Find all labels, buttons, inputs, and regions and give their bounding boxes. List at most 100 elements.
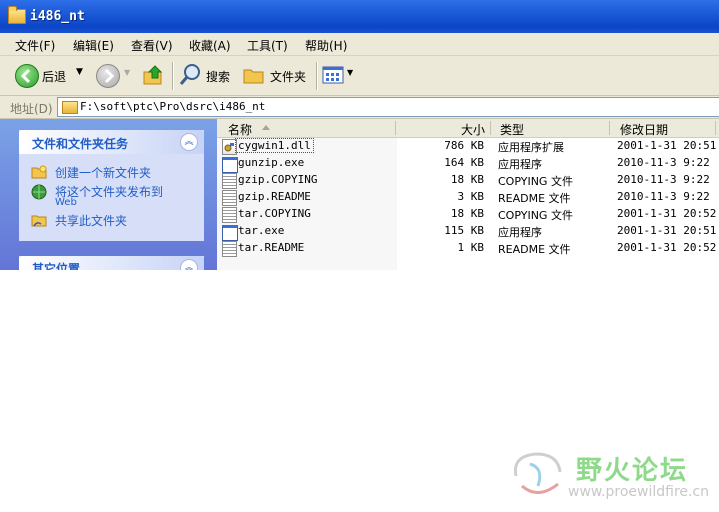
search-button[interactable]: 搜索 [178, 63, 236, 89]
watermark-logo-icon [513, 452, 562, 494]
file-size: 115 KB [444, 224, 484, 237]
file-name: tar.COPYING [238, 207, 311, 220]
toolbar: 后退 ▼ ▼ 搜索 文件夹 ▼ [0, 56, 719, 96]
task-label: 创建一个新文件夹 [55, 166, 152, 180]
watermark-url: www.proewildfire.cn [568, 484, 710, 500]
sort-ascending-icon [262, 125, 270, 130]
file-name: cygwin1.dll [235, 138, 314, 153]
share-folder-icon [31, 215, 47, 227]
column-divider[interactable] [609, 121, 610, 135]
views-dropdown-icon: ▼ [347, 68, 354, 77]
file-type: COPYING 文件 [498, 175, 573, 188]
file-icon [222, 241, 237, 257]
folders-icon [243, 69, 264, 84]
file-name: gzip.README [238, 190, 311, 203]
toolbar-separator [172, 62, 174, 90]
back-dropdown-icon[interactable]: ▼ [76, 67, 83, 77]
panel-title: 其它位置 [32, 262, 81, 270]
file-date: 2010-11-3 9:22 [617, 156, 710, 169]
file-row[interactable]: cygwin1.dll 786 KB 应用程序扩展 2001-1-31 20:5… [217, 138, 719, 155]
file-type: 应用程序 [498, 158, 542, 171]
exe-icon [222, 157, 238, 173]
folder-icon [8, 6, 26, 24]
exe-icon [222, 225, 238, 241]
other-places-panel: 其它位置 ︽ [19, 256, 204, 270]
file-size: 1 KB [457, 241, 485, 254]
file-date: 2010-11-3 9:22 [617, 173, 710, 186]
address-bar: 地址(D) F:\soft\ptc\Pro\dsrc\i486_nt [0, 96, 719, 119]
column-type[interactable]: 类型 [500, 121, 524, 138]
views-icon [322, 66, 344, 84]
file-row[interactable]: gunzip.exe 164 KB 应用程序 2010-11-3 9:22 [217, 155, 719, 173]
new-folder-icon [31, 165, 47, 179]
file-list: 名称 大小 类型 修改日期 cygwin1.dll 786 KB 应用程序扩展 … [217, 119, 719, 270]
forward-dropdown-icon[interactable]: ▼ [124, 68, 130, 77]
file-date: 2001-1-31 20:51 [617, 224, 717, 237]
file-type: README 文件 [498, 192, 571, 205]
task-label-line2: Web [55, 197, 77, 208]
file-icon [222, 207, 237, 223]
address-path: F:\soft\ptc\Pro\dsrc\i486_nt [80, 100, 266, 113]
back-label: 后退 [42, 70, 67, 84]
back-button[interactable]: 后退 ▼ [12, 63, 87, 89]
column-divider[interactable] [490, 121, 491, 135]
collapse-icon[interactable]: ︽ [180, 133, 198, 151]
file-type: 应用程序 [498, 226, 542, 239]
file-icon [222, 190, 237, 206]
file-date: 2001-1-31 20:51 [617, 139, 717, 152]
folders-button[interactable]: 文件夹 [242, 63, 310, 89]
file-date: 2010-11-3 9:22 [617, 190, 710, 203]
search-label: 搜索 [206, 70, 231, 84]
panel-header[interactable]: 其它位置 ︽ [19, 256, 204, 270]
menu-help[interactable]: 帮助(H) [305, 37, 347, 54]
file-size: 3 KB [457, 190, 485, 203]
file-row[interactable]: tar.COPYING 18 KB COPYING 文件 2001-1-31 2… [217, 206, 719, 223]
file-name: tar.README [238, 241, 305, 254]
views-button[interactable]: ▼ [322, 65, 356, 87]
column-size[interactable]: 大小 [461, 121, 485, 138]
column-divider[interactable] [395, 121, 396, 135]
address-input[interactable]: F:\soft\ptc\Pro\dsrc\i486_nt [57, 97, 719, 117]
menu-bar: 文件(F) 编辑(E) 查看(V) 收藏(A) 工具(T) 帮助(H) [0, 33, 719, 56]
menu-file[interactable]: 文件(F) [15, 37, 55, 54]
collapse-icon[interactable]: ︽ [180, 259, 198, 270]
panel-title: 文件和文件夹任务 [32, 137, 129, 151]
file-size: 18 KB [450, 173, 484, 186]
menu-favorites[interactable]: 收藏(A) [189, 37, 231, 54]
file-size: 164 KB [444, 156, 484, 169]
file-date: 2001-1-31 20:52 [617, 207, 717, 220]
watermark-text: 野火论坛 [576, 456, 689, 486]
column-name[interactable]: 名称 [228, 121, 252, 138]
file-row[interactable]: tar.README 1 KB README 文件 2001-1-31 20:5… [217, 240, 719, 257]
globe-icon [31, 184, 47, 200]
address-label: 地址(D) [10, 102, 53, 116]
title-bar[interactable]: i486_nt [0, 0, 719, 33]
forward-arrow-icon [96, 64, 120, 88]
file-icon [222, 173, 237, 189]
back-arrow-icon [15, 64, 39, 88]
file-type: COPYING 文件 [498, 209, 573, 222]
folder-icon [62, 101, 78, 114]
column-header: 名称 大小 类型 修改日期 [217, 119, 719, 138]
search-icon [179, 64, 200, 85]
file-row[interactable]: tar.exe 115 KB 应用程序 2001-1-31 20:51 [217, 223, 719, 241]
file-size: 786 KB [444, 139, 484, 152]
menu-tools[interactable]: 工具(T) [247, 37, 288, 54]
folders-label: 文件夹 [270, 70, 307, 84]
column-modified[interactable]: 修改日期 [620, 121, 668, 138]
file-row[interactable]: gzip.COPYING 18 KB COPYING 文件 2010-11-3 … [217, 172, 719, 189]
file-type: 应用程序扩展 [498, 141, 564, 154]
up-folder-button[interactable] [142, 63, 168, 89]
column-divider[interactable] [715, 121, 716, 135]
file-row[interactable]: gzip.README 3 KB README 文件 2010-11-3 9:2… [217, 189, 719, 206]
panel-header[interactable]: 文件和文件夹任务 ︽ [19, 130, 204, 154]
forward-button[interactable]: ▼ [94, 63, 134, 89]
menu-view[interactable]: 查看(V) [131, 37, 173, 54]
task-label: 共享此文件夹 [55, 214, 128, 228]
menu-edit[interactable]: 编辑(E) [73, 37, 114, 54]
file-name: gunzip.exe [238, 156, 305, 169]
file-size: 18 KB [450, 207, 484, 220]
window-title: i486_nt [30, 9, 85, 24]
file-name: gzip.COPYING [238, 173, 318, 186]
file-name: tar.exe [238, 224, 285, 237]
